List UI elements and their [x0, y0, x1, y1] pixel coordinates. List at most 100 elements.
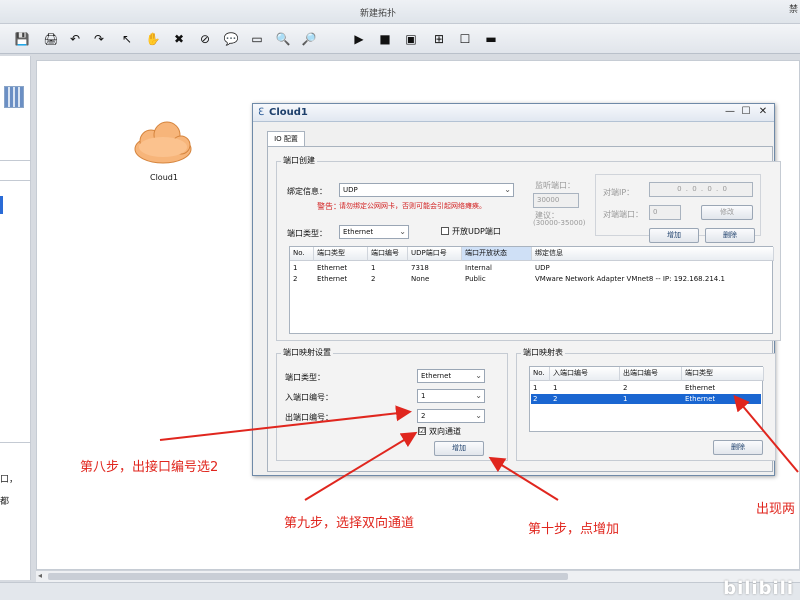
- main-toolbar: 💾 🖨 ↶ ↷ ↖ ✋ ✖ ⊘ 💬 ▭ 🔍 🔎 ▶ ■ ▣ ⊞ ☐ ▬: [0, 24, 800, 54]
- column-header[interactable]: No.: [530, 367, 550, 381]
- table-cell: 2: [623, 384, 628, 392]
- bind-info-select[interactable]: UDP ⌄: [339, 183, 514, 197]
- peer-port-label: 对端端口：: [603, 210, 643, 219]
- in-port-label: 入端口编号：: [285, 393, 333, 402]
- table-cell: 2: [293, 275, 298, 283]
- selected-row-highlight[interactable]: [531, 394, 761, 404]
- delete-port-button[interactable]: 删除: [705, 228, 755, 243]
- app-titlebar: 新建拓扑 禁: [0, 0, 800, 24]
- stop-icon[interactable]: ■: [376, 30, 394, 48]
- bind-info-label: 绑定信息：: [287, 187, 327, 196]
- column-header[interactable]: 端口类型: [682, 367, 764, 381]
- rectangle-icon[interactable]: ▭: [248, 30, 266, 48]
- port-type-select[interactable]: Ethernet ⌄: [339, 225, 409, 239]
- device-panel: 口， 都: [0, 56, 31, 580]
- panel-text-line: 口，: [0, 475, 19, 485]
- bidirectional-checkbox[interactable]: ☑: [418, 427, 426, 435]
- column-header[interactable]: 绑定信息: [532, 247, 774, 261]
- port-table[interactable]: No. 端口类型 端口编号 UDP端口号 端口开放状态 绑定信息 1 Ethernet 1 731…: [289, 246, 774, 334]
- undo-icon[interactable]: ↶: [66, 30, 84, 48]
- window-title: 新建拓扑: [360, 9, 397, 19]
- chevron-down-icon: ⌄: [399, 227, 406, 236]
- table-cell: 2: [371, 275, 376, 283]
- group-title: 端口创建: [281, 155, 317, 166]
- add-mapping-button[interactable]: 增加: [434, 441, 484, 456]
- map-port-type-value: Ethernet: [421, 372, 452, 380]
- zoom-in-icon[interactable]: 🔍: [274, 30, 292, 48]
- out-port-select[interactable]: 2 ⌄: [417, 409, 485, 423]
- start-icon[interactable]: ▶: [350, 30, 368, 48]
- column-header[interactable]: UDP端口号: [408, 247, 462, 261]
- modify-button[interactable]: 修改: [701, 205, 753, 220]
- dialog-title: Cloud1: [269, 107, 308, 118]
- delete-link-icon[interactable]: ⊘: [196, 30, 214, 48]
- scroll-left-icon[interactable]: ◂: [38, 571, 42, 580]
- table-cell: 1: [533, 384, 538, 392]
- scrollbar-thumb[interactable]: [48, 573, 568, 580]
- redo-icon[interactable]: ↷: [90, 30, 108, 48]
- listen-port-input[interactable]: 30000: [533, 193, 579, 208]
- device-category-icon[interactable]: [4, 86, 24, 108]
- save-icon[interactable]: 💾: [13, 30, 31, 48]
- map-port-type-select[interactable]: Ethernet ⌄: [417, 369, 485, 383]
- suggest-range: (30000-35000): [533, 219, 586, 227]
- panel-divider: [0, 160, 31, 161]
- column-header[interactable]: 端口编号: [368, 247, 408, 261]
- cloud-config-dialog: ℇ Cloud1 — ☐ ✕ IO 配置 端口创建 绑定信息： UDP ⌄ 警告：…: [252, 103, 781, 476]
- delete-icon[interactable]: ✖: [170, 30, 188, 48]
- grid-icon[interactable]: ⊞: [430, 30, 448, 48]
- table-cell: 1: [623, 395, 628, 403]
- bidirectional-label: 双向通道: [429, 427, 461, 436]
- open-udp-checkbox[interactable]: [441, 227, 449, 235]
- panel-divider: [0, 442, 31, 443]
- cloud-device-icon[interactable]: [131, 119, 195, 169]
- table-cell: UDP: [535, 264, 550, 272]
- column-header[interactable]: 入端口编号: [550, 367, 620, 381]
- column-header[interactable]: 出端口编号: [620, 367, 682, 381]
- out-port-value: 2: [421, 412, 426, 420]
- console-icon[interactable]: ▬: [482, 30, 500, 48]
- bind-info-value: UDP: [343, 186, 358, 194]
- group-title: 端口映射表: [521, 347, 565, 358]
- step9-annotation: 第九步，选择双向通道: [284, 516, 415, 531]
- pointer-icon[interactable]: ↖: [118, 30, 136, 48]
- capture-icon[interactable]: ▣: [402, 30, 420, 48]
- open-udp-label: 开放UDP端口: [452, 227, 501, 236]
- dialog-titlebar[interactable]: ℇ Cloud1 — ☐ ✕: [253, 104, 774, 122]
- warning-label: 警告：: [317, 202, 341, 211]
- map-port-type-label: 端口类型：: [285, 373, 325, 382]
- panel-text-line: 都: [0, 497, 10, 507]
- step8-annotation: 第八步，出接口编号选2: [80, 460, 219, 475]
- text-note-icon[interactable]: 💬: [222, 30, 240, 48]
- table-cell: Ethernet: [685, 384, 716, 392]
- column-header[interactable]: 端口类型: [314, 247, 368, 261]
- mapping-table-group: 端口映射表 No. 入端口编号 出端口编号 端口类型 1 1 2 Ethernet 2 2 1 Eth…: [516, 347, 776, 461]
- horizontal-scrollbar[interactable]: ◂: [36, 570, 800, 582]
- table-cell: Public: [465, 275, 486, 283]
- add-port-button[interactable]: 增加: [649, 228, 699, 243]
- mapping-table[interactable]: No. 入端口编号 出端口编号 端口类型 1 1 2 Ethernet 2 2 1 Ethernet: [529, 366, 764, 432]
- delete-mapping-button[interactable]: 删除: [713, 440, 763, 455]
- peer-ip-input[interactable]: 0 . 0 . 0 . 0: [649, 182, 753, 197]
- table-cell: Ethernet: [685, 395, 716, 403]
- column-header[interactable]: 端口开放状态: [462, 247, 532, 261]
- zoom-out-icon[interactable]: 🔎: [300, 30, 318, 48]
- status-bar: [0, 582, 800, 600]
- cloud-device-label: Cloud1: [150, 173, 178, 182]
- column-header[interactable]: No.: [290, 247, 314, 261]
- table-cell: Ethernet: [317, 275, 348, 283]
- window-icon[interactable]: ☐: [456, 30, 474, 48]
- maximize-button[interactable]: ☐: [737, 106, 755, 119]
- in-port-select[interactable]: 1 ⌄: [417, 389, 485, 403]
- table-cell: 1: [553, 384, 558, 392]
- tab-io-config[interactable]: IO 配置: [267, 131, 305, 146]
- port-type-label: 端口类型：: [287, 229, 327, 238]
- hand-icon[interactable]: ✋: [144, 30, 162, 48]
- chevron-down-icon: ⌄: [504, 185, 511, 194]
- in-port-value: 1: [421, 392, 426, 400]
- mapping-settings-group: 端口映射设置 端口类型： Ethernet ⌄ 入端口编号： 1 ⌄ 出端口编号： …: [276, 347, 508, 461]
- print-icon[interactable]: 🖨: [42, 30, 60, 48]
- result-annotation: 出现两: [756, 502, 796, 517]
- close-button[interactable]: ✕: [754, 106, 772, 119]
- peer-port-input[interactable]: 0: [649, 205, 681, 220]
